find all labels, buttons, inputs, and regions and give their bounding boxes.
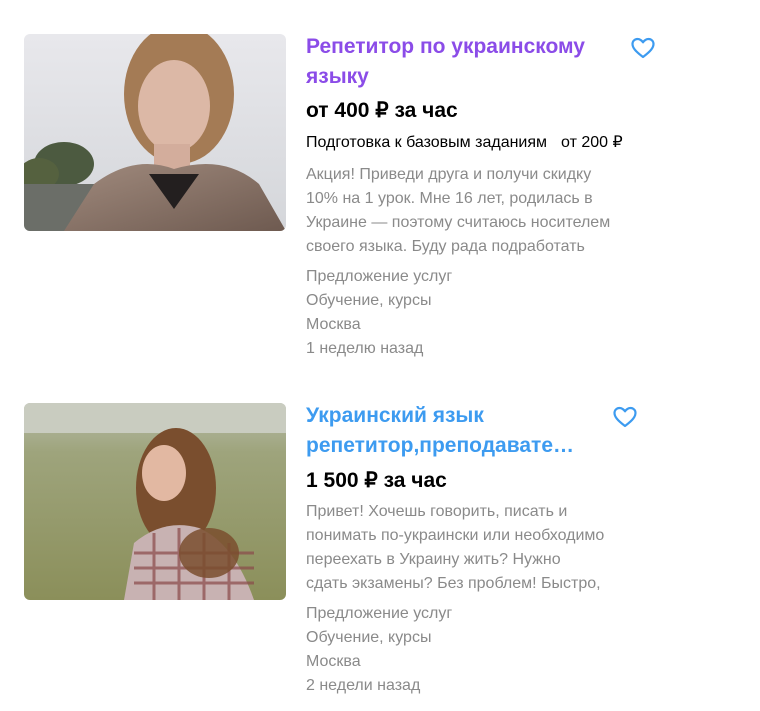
listing-photo-image [24, 403, 286, 600]
listing-type: Предложение услуг [306, 605, 453, 622]
listing-type: Предложение услуг [306, 268, 453, 285]
description-line: своего языка. Буду рада подработать [306, 238, 585, 255]
heart-outline-icon [613, 406, 637, 428]
listing-price: 1 500 ₽ за час [306, 469, 447, 492]
subprice-label: Подготовка к базовым заданиям [306, 134, 548, 151]
listing-photo-image [24, 34, 286, 231]
listing-subprice: Подготовка к базовым заданиям от 200 ₽ [306, 133, 623, 153]
heart-outline-icon [631, 37, 655, 59]
listing-date: 1 неделю назад [306, 340, 424, 357]
listing-city: Москва [306, 316, 361, 333]
favorite-button[interactable] [612, 405, 638, 429]
listing-category: Обучение, курсы [306, 292, 432, 309]
listing-description: Привет! Хочешь говорить, писать и понима… [306, 500, 656, 596]
description-line: Украине — поэтому считаюсь носителем [306, 214, 611, 231]
listing-city: Москва [306, 653, 361, 670]
listing-category: Обучение, курсы [306, 629, 432, 646]
listing-photo[interactable] [24, 34, 286, 231]
listing-date: 2 недели назад [306, 677, 421, 694]
listing-description: Акция! Приведи друга и получи скидку 10%… [306, 163, 656, 259]
description-line: сдать экзамены? Без проблем! Быстро, [306, 575, 601, 592]
listing-title-line: языку [306, 65, 369, 88]
listing-meta: Предложение услуг Обучение, курсы Москва… [306, 265, 452, 361]
description-line: Привет! Хочешь говорить, писать и [306, 503, 568, 520]
listing-title[interactable]: Украинский язык репетитор,преподавате… [306, 401, 574, 461]
listing-title-line: Репетитор по украинскому [306, 35, 585, 58]
description-line: переехать в Украину жить? Нужно [306, 551, 561, 568]
favorite-button[interactable] [630, 36, 656, 60]
listing-title-line: репетитор,преподавате… [306, 434, 574, 457]
listing-price: от 400 ₽ за час [306, 99, 458, 122]
listing-title[interactable]: Репетитор по украинскому языку [306, 32, 585, 92]
listing-title-line: Украинский язык [306, 404, 484, 427]
description-line: 10% на 1 урок. Мне 16 лет, родилась в [306, 190, 593, 207]
listing-photo[interactable] [24, 403, 286, 600]
subprice-amount: от 200 ₽ [561, 134, 623, 151]
listing-meta: Предложение услуг Обучение, курсы Москва… [306, 602, 452, 698]
description-line: понимать по-украински или необходимо [306, 527, 605, 544]
description-line: Акция! Приведи друга и получи скидку [306, 166, 592, 183]
